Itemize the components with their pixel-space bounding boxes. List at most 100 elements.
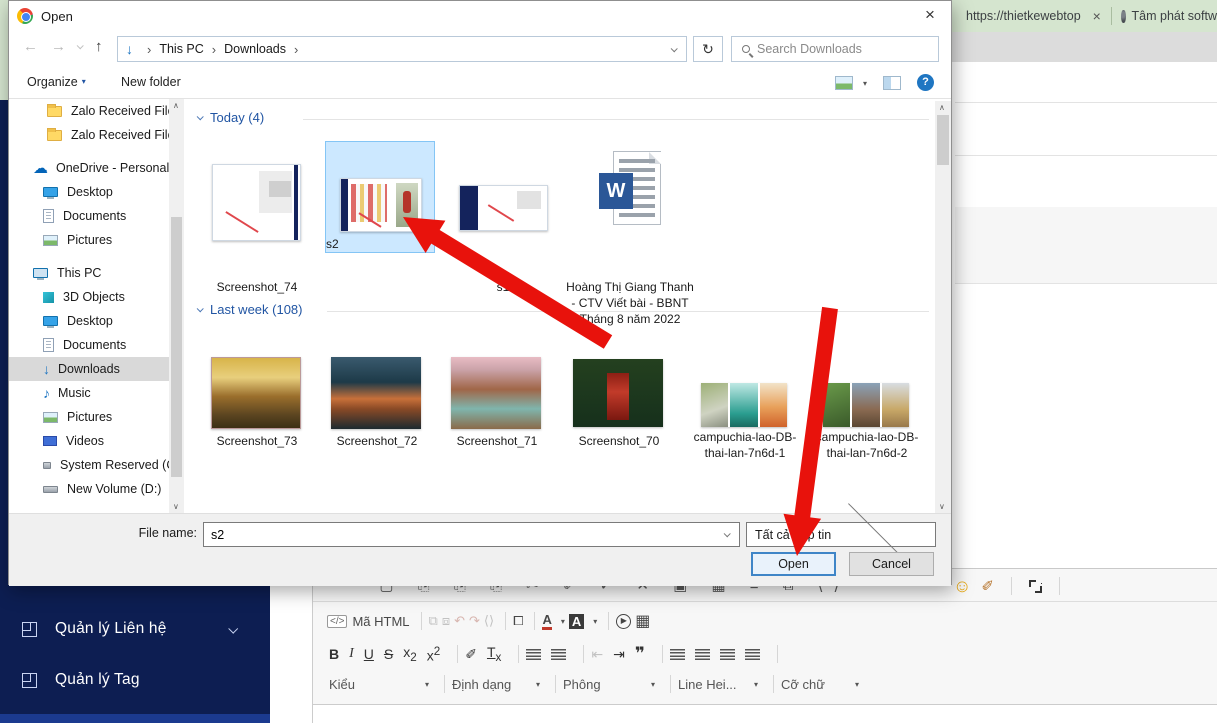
open-button[interactable]: Open: [751, 552, 836, 576]
file-item-screenshot-73[interactable]: Screenshot_73: [199, 349, 315, 469]
sidebar-item-videos[interactable]: Videos: [9, 429, 183, 453]
file-type-combo[interactable]: Tất cả Tệp tin: [746, 522, 936, 547]
address-dropdown-icon[interactable]: [671, 45, 678, 52]
file-item-s2-selected[interactable]: s2: [325, 141, 435, 253]
search-input[interactable]: [757, 42, 938, 56]
file-item-screenshot-70[interactable]: Screenshot_70: [561, 349, 677, 469]
cube-icon: [22, 622, 37, 637]
outdent-icon[interactable]: ⇤: [591, 646, 603, 663]
sidebar-item-label: Quản lý Liên hệ: [55, 620, 167, 638]
align-center-icon[interactable]: [695, 649, 710, 660]
group-header-today[interactable]: Today (4): [197, 110, 264, 125]
file-list-scrollbar[interactable]: ∧ ∨: [935, 101, 951, 513]
font-size-dropdown[interactable]: Cỡ chữ▾: [781, 677, 867, 692]
sidebar-item-zalo-1[interactable]: Zalo Received Files: [9, 99, 183, 123]
cancel-button[interactable]: Cancel: [849, 552, 934, 576]
sidebar-item-onedrive[interactable]: ☁ OneDrive - Personal: [9, 156, 183, 180]
undo-icon[interactable]: ↶: [454, 613, 465, 629]
sidebar-item-desktop[interactable]: Desktop: [9, 309, 183, 333]
remove-format-button[interactable]: Tx: [487, 644, 501, 664]
file-name-combo[interactable]: [203, 522, 740, 547]
close-icon[interactable]: ×: [917, 3, 943, 27]
styles-dropdown[interactable]: Kiểu▾: [329, 677, 437, 692]
help-icon[interactable]: ?: [917, 74, 934, 91]
breadcrumb-this-pc[interactable]: This PC: [159, 42, 203, 56]
change-view-icon[interactable]: [835, 76, 853, 90]
breadcrumb-downloads[interactable]: Downloads: [224, 42, 286, 56]
copy-formatting-icon[interactable]: ✐: [465, 646, 477, 663]
bold-button[interactable]: B: [329, 646, 339, 662]
sidebar-item-new-volume[interactable]: New Volume (D:): [9, 477, 183, 501]
history-chevron-icon[interactable]: [77, 42, 84, 49]
forward-icon[interactable]: →: [51, 38, 66, 55]
underline-button[interactable]: U: [364, 646, 374, 662]
select-code-icon[interactable]: ⟨⟩: [484, 613, 494, 629]
blockquote-icon[interactable]: ❞: [635, 644, 645, 664]
view-dropdown-icon[interactable]: ▾: [863, 79, 867, 88]
emoji-icon[interactable]: ☺: [953, 576, 971, 597]
maximize-icon[interactable]: [1029, 580, 1042, 593]
preview-pane-icon[interactable]: [883, 76, 901, 90]
background-page-table: [952, 62, 1217, 568]
sidebar-item-documents-od[interactable]: Documents: [9, 204, 183, 228]
replace-icon[interactable]: ⧈: [442, 613, 450, 629]
new-folder-button[interactable]: New folder: [121, 75, 181, 89]
refresh-button[interactable]: ↻: [693, 36, 723, 62]
numbered-list-icon[interactable]: [526, 649, 541, 660]
file-item-campuchia-2[interactable]: campuchia-lao-DB-thai-lan-7n6d-2: [805, 349, 929, 479]
sidebar-item-downloads[interactable]: ↓ Downloads: [9, 357, 183, 381]
superscript-button[interactable]: x2: [427, 645, 440, 664]
indent-icon[interactable]: ⇥: [613, 646, 625, 663]
align-left-icon[interactable]: [670, 649, 685, 660]
strikethrough-button[interactable]: S: [384, 646, 393, 662]
bullet-list-icon[interactable]: [551, 649, 566, 660]
file-item-screenshot-72[interactable]: Screenshot_72: [319, 349, 435, 469]
italic-button[interactable]: I: [349, 646, 354, 662]
sidebar-item-pictures[interactable]: Pictures: [9, 405, 183, 429]
templates-icon[interactable]: ✐: [981, 577, 994, 595]
font-dropdown[interactable]: Phông▾: [563, 677, 663, 692]
group-header-last-week[interactable]: Last week (108): [197, 302, 303, 317]
editor-content-area[interactable]: [313, 704, 1217, 724]
bg-color-button[interactable]: A▾: [569, 614, 597, 629]
sidebar-item-quan-ly-tag[interactable]: Quản lý Tag: [0, 663, 270, 697]
align-justify-icon[interactable]: [745, 649, 760, 660]
file-name-dropdown-icon[interactable]: [724, 530, 731, 537]
back-icon[interactable]: ←: [23, 38, 38, 55]
sidebar-item-music[interactable]: ♪ Music: [9, 381, 183, 405]
sidebar-item-documents[interactable]: Documents: [9, 333, 183, 357]
paragraph-format-dropdown[interactable]: Định dạng▾: [452, 677, 548, 692]
align-right-icon[interactable]: [720, 649, 735, 660]
up-icon[interactable]: ↑: [95, 38, 103, 55]
media-embed-icon[interactable]: ▶: [616, 614, 631, 629]
search-box[interactable]: [731, 36, 939, 62]
file-item-screenshot-71[interactable]: Screenshot_71: [439, 349, 555, 469]
sidebar-item-system-reserved[interactable]: System Reserved (C:): [9, 453, 183, 477]
subscript-button[interactable]: x2: [403, 644, 416, 664]
organize-button[interactable]: Organize▾: [27, 75, 86, 89]
sidebar-item-zalo-2[interactable]: Zalo Received Files: [9, 123, 183, 147]
sidebar-scrollbar[interactable]: ∧ ∨: [169, 99, 184, 513]
browser-edge-strip: [0, 0, 8, 100]
tab-close-icon[interactable]: ×: [1093, 8, 1101, 24]
file-item-campuchia-1[interactable]: campuchia-lao-DB-thai-lan-7n6d-1: [683, 349, 807, 479]
browser-tab-next[interactable]: Tâm phát softw: [1132, 9, 1217, 23]
file-item-word-doc[interactable]: W Hoàng Thị Giang Thanh - CTV Viết bài -…: [563, 139, 697, 349]
html-source-button[interactable]: </> Mã HTML: [327, 614, 410, 629]
find-icon[interactable]: ⧉: [429, 613, 438, 629]
file-item-s1[interactable]: s1: [445, 139, 561, 339]
sidebar-item-pictures-od[interactable]: Pictures: [9, 228, 183, 252]
redo-icon[interactable]: ↷: [469, 613, 480, 629]
text-color-button[interactable]: A▾: [542, 613, 564, 630]
cloud-icon: ☁: [33, 159, 48, 177]
line-height-dropdown[interactable]: Line Hei...▾: [678, 677, 766, 692]
file-name-input[interactable]: [204, 528, 724, 542]
browser-tab-current[interactable]: https://thietkewebtop: [966, 9, 1081, 23]
qrcode-icon[interactable]: ▦: [635, 611, 650, 631]
preview-icon[interactable]: ⧠: [513, 613, 523, 629]
address-bar[interactable]: ↓ › This PC › Downloads ›: [117, 36, 687, 62]
sidebar-item-desktop-od[interactable]: Desktop: [9, 180, 183, 204]
sidebar-item-quan-ly-lien-he[interactable]: Quản lý Liên hệ: [0, 612, 270, 646]
sidebar-item-this-pc[interactable]: This PC: [9, 261, 183, 285]
sidebar-item-3d-objects[interactable]: 3D Objects: [9, 285, 183, 309]
